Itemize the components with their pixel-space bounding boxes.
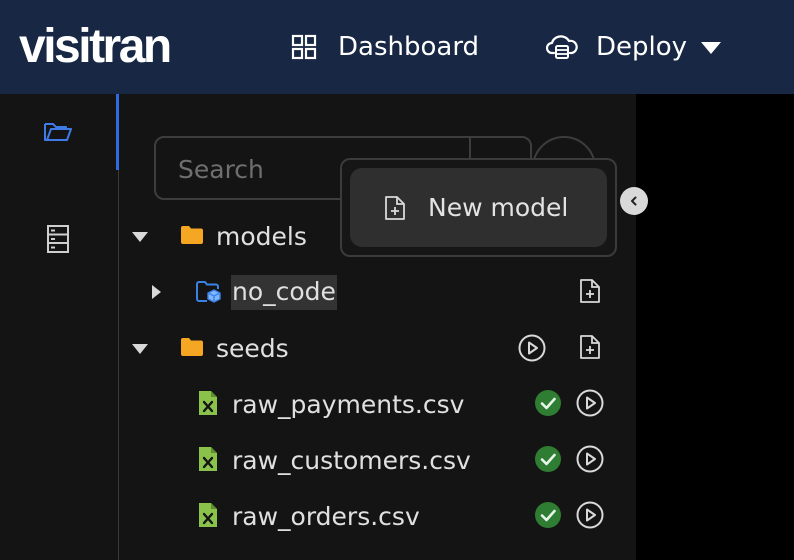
folder-icon [181, 338, 203, 356]
deploy-dropdown[interactable]: Deploy [546, 28, 722, 66]
deploy-label: Deploy [596, 32, 688, 62]
tree-item-label: no_code [231, 274, 337, 310]
tree-item-models[interactable]: models [216, 215, 307, 257]
tree-item-label: raw_payments.csv [232, 389, 465, 419]
folder-icon [181, 226, 203, 244]
dashboard-label: Dashboard [338, 32, 480, 62]
top-navigation-bar: visitran Dashboard Deploy [0, 0, 794, 94]
caret-down-icon[interactable] [132, 232, 148, 242]
run-icon[interactable] [575, 500, 605, 530]
new-model-menu-item[interactable]: New model [350, 168, 607, 247]
success-check-icon [535, 446, 561, 472]
run-icon[interactable] [575, 388, 605, 418]
new-file-icon[interactable] [579, 334, 601, 360]
tree-item-label: seeds [216, 333, 289, 363]
chevron-left-icon [631, 196, 637, 206]
caret-down-icon[interactable] [132, 344, 148, 354]
tree-item-label: raw_customers.csv [232, 445, 471, 475]
collapse-panel-button[interactable] [620, 187, 648, 215]
tree-item-file[interactable]: raw_orders.csv [232, 495, 420, 537]
dashboard-grid-icon [291, 34, 317, 60]
dashboard-nav-link[interactable]: Dashboard [290, 28, 479, 66]
new-model-label: New model [428, 193, 569, 222]
tree-item-file[interactable]: raw_customers.csv [232, 439, 471, 481]
run-icon[interactable] [575, 444, 605, 474]
csv-file-icon [199, 391, 217, 415]
chevron-down-icon [701, 42, 722, 54]
folder-open-icon[interactable] [43, 120, 73, 144]
new-file-icon[interactable] [579, 278, 601, 304]
success-check-icon [535, 502, 561, 528]
tree-item-label: models [216, 221, 307, 251]
csv-file-icon [199, 503, 217, 527]
visitran-logo[interactable]: visitran [19, 18, 172, 76]
tree-item-no-code[interactable]: no_code [231, 271, 337, 313]
model-folder-icon [196, 281, 221, 303]
caret-right-icon[interactable] [152, 285, 161, 299]
csv-file-icon [199, 447, 217, 471]
new-file-icon [385, 195, 405, 220]
tree-item-label: raw_orders.csv [232, 501, 420, 531]
tree-item-file[interactable]: raw_payments.csv [232, 383, 464, 425]
success-check-icon [535, 390, 561, 416]
deploy-cloud-icon [546, 35, 578, 59]
tree-item-seeds[interactable]: seeds [216, 327, 289, 369]
run-icon[interactable] [517, 333, 547, 363]
icon-rail [0, 94, 118, 560]
database-icon[interactable] [46, 224, 70, 254]
